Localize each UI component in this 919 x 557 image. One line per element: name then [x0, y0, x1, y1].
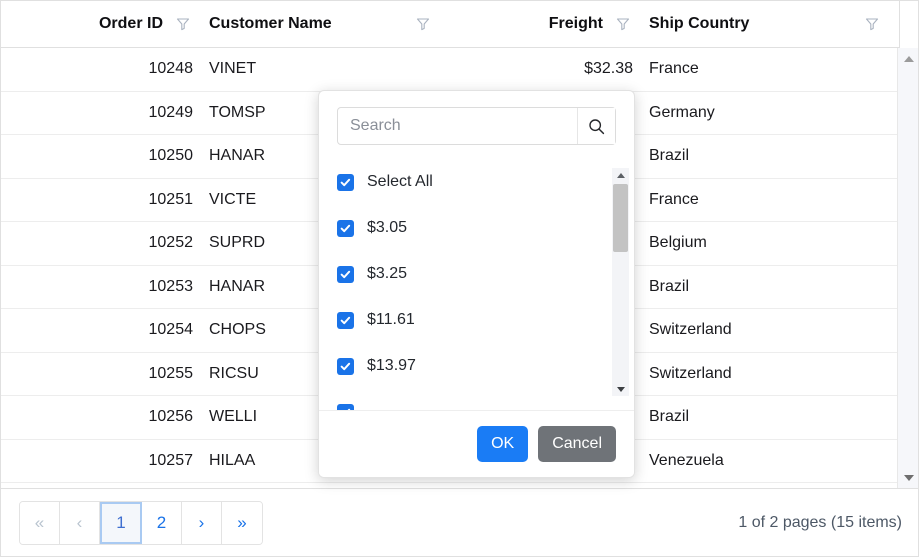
checkbox-checked-icon[interactable] [337, 265, 354, 283]
checkbox-checked-icon[interactable] [337, 357, 354, 375]
filter-item-select-all[interactable]: Select All [319, 159, 634, 205]
filter-item[interactable]: $11.61 [319, 297, 634, 343]
cell-ship_country: Belgium [649, 234, 707, 252]
cell-ship_country: France [649, 60, 699, 78]
header-scroll-corner [899, 1, 918, 48]
filter-icon[interactable] [613, 14, 633, 34]
table-row[interactable]: 10248 VINET $32.38 France [1, 48, 899, 92]
cell-ship_country: Brazil [649, 277, 690, 295]
filter-icon[interactable] [173, 14, 193, 34]
cell-ship_country: Germany [649, 103, 715, 121]
cell-freight: $32.38 [584, 60, 633, 78]
filter-item-label: Select All [367, 173, 433, 190]
filter-scroll-up-arrow-icon[interactable] [612, 168, 629, 182]
scroll-up-arrow-icon[interactable] [898, 50, 918, 68]
filter-item-label: $13.97 [367, 357, 416, 374]
checkbox-checked-icon[interactable] [337, 219, 354, 237]
pager-next-button[interactable]: › [182, 501, 222, 544]
filter-item-label: $3.25 [367, 265, 408, 282]
filter-item-label: $11.61 [367, 311, 415, 328]
cell-ship_country: Venezuela [649, 451, 724, 469]
grid-header-row: Order ID Customer Name Freight Ship Coun… [1, 1, 918, 48]
filter-scrollbar-thumb[interactable] [613, 184, 628, 252]
cell-ship_country: France [649, 190, 699, 208]
cell-ship_country: Brazil [649, 147, 690, 165]
pager-page-2-button[interactable]: 2 [142, 501, 182, 544]
pager-first-button[interactable]: « [20, 501, 60, 544]
cell-order_id: 10257 [148, 451, 194, 469]
filter-item[interactable]: $3.05 [319, 205, 634, 251]
search-icon[interactable] [577, 108, 615, 144]
column-header-label: Freight [548, 15, 603, 32]
column-header-label: Order ID [98, 15, 163, 32]
pager-page-1-button[interactable]: 1 [100, 501, 142, 544]
cell-order_id: 10252 [148, 234, 194, 252]
filter-item-label: $3.05 [367, 219, 408, 236]
excel-filter-popup: Select All $3.05 $3.25 $11.61 $13.97 OK Canc… [318, 90, 635, 478]
cancel-button[interactable]: Cancel [538, 426, 616, 462]
pager-last-button[interactable]: » [222, 501, 262, 544]
column-header-customer-name[interactable]: Customer Name [201, 1, 441, 48]
filter-search-box [337, 107, 616, 145]
column-header-label: Ship Country [649, 15, 750, 32]
filter-list-scrollbar[interactable] [612, 168, 629, 396]
filter-checkbox-list: Select All $3.05 $3.25 $11.61 $13.97 [319, 159, 634, 411]
cell-order_id: 10255 [148, 364, 194, 382]
cell-order_id: 10256 [148, 408, 194, 426]
cell-order_id: 10254 [148, 321, 194, 339]
filter-popup-footer: OK Cancel [319, 411, 634, 477]
ok-button[interactable]: OK [477, 426, 529, 462]
cell-customer: VINET [209, 60, 257, 78]
pager-previous-button[interactable]: ‹ [60, 501, 100, 544]
checkbox-checked-icon[interactable] [337, 173, 354, 191]
cell-order_id: 10251 [148, 190, 194, 208]
scroll-down-arrow-icon[interactable] [898, 469, 918, 487]
filter-icon[interactable] [862, 14, 882, 34]
column-header-label: Customer Name [209, 15, 332, 32]
checkbox-checked-icon[interactable] [337, 311, 354, 329]
filter-scroll-down-arrow-icon[interactable] [612, 382, 629, 396]
filter-item[interactable]: $3.25 [319, 251, 634, 297]
column-header-order-id[interactable]: Order ID [1, 1, 201, 48]
cell-order_id: 10253 [148, 277, 194, 295]
cell-ship_country: Brazil [649, 408, 690, 426]
cell-order_id: 10250 [148, 147, 194, 165]
grid-footer: « ‹ 1 2 › » 1 of 2 pages (15 items) [1, 488, 918, 556]
cell-order_id: 10248 [148, 60, 194, 78]
cell-order_id: 10249 [148, 103, 194, 121]
column-header-ship-country[interactable]: Ship Country [641, 1, 890, 48]
checkbox-checked-icon[interactable] [337, 403, 354, 410]
grid-vertical-scrollbar[interactable] [897, 48, 918, 489]
pager: « ‹ 1 2 › » [19, 500, 263, 545]
filter-item-partial[interactable] [319, 389, 634, 410]
filter-item[interactable]: $13.97 [319, 343, 634, 389]
cell-ship_country: Switzerland [649, 364, 732, 382]
column-header-freight[interactable]: Freight [441, 1, 641, 48]
cell-ship_country: Switzerland [649, 321, 732, 339]
filter-icon[interactable] [413, 14, 433, 34]
pager-info-label: 1 of 2 pages (15 items) [738, 513, 902, 531]
search-input[interactable] [338, 108, 577, 144]
data-grid: Order ID Customer Name Freight Ship Coun… [0, 0, 919, 557]
